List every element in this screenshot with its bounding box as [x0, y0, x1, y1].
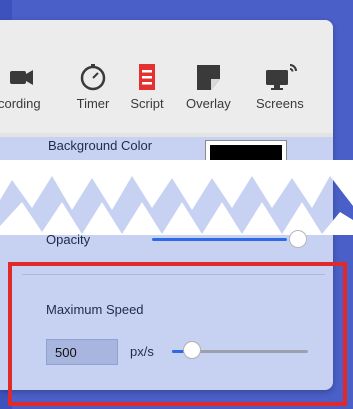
toolbar-label: Screens: [256, 96, 304, 111]
stopwatch-icon: [80, 64, 106, 91]
toolbar-label: Overlay: [186, 96, 231, 111]
torn-edge-divider: [0, 160, 353, 235]
speed-unit-label: px/s: [130, 344, 154, 359]
opacity-slider-knob[interactable]: [289, 230, 307, 248]
toolbar-item-timer[interactable]: Timer: [76, 62, 110, 111]
overlay-icon: [197, 65, 221, 90]
toolbar-item-script[interactable]: Script: [130, 62, 164, 111]
video-camera-icon: [10, 70, 34, 85]
background-color-label: Background Color: [48, 138, 153, 153]
toolbar-label: Script: [130, 96, 164, 111]
script-document-icon: [139, 64, 155, 90]
max-speed-input[interactable]: 500: [46, 339, 118, 365]
toolbar-item-screens[interactable]: Screens: [256, 62, 304, 111]
toolbar-label: Timer: [76, 96, 110, 111]
toolbar-item-overlay[interactable]: Overlay: [186, 62, 231, 111]
max-speed-label: Maximum Speed: [46, 302, 144, 317]
toolbar: cording Timer Script Overlay Screens: [0, 20, 333, 134]
toolbar-label: cording: [0, 96, 41, 111]
opacity-label: Opacity: [46, 232, 91, 247]
toolbar-item-recording[interactable]: cording: [0, 62, 41, 111]
screens-icon: [265, 64, 297, 90]
opacity-slider-track[interactable]: [152, 238, 287, 241]
